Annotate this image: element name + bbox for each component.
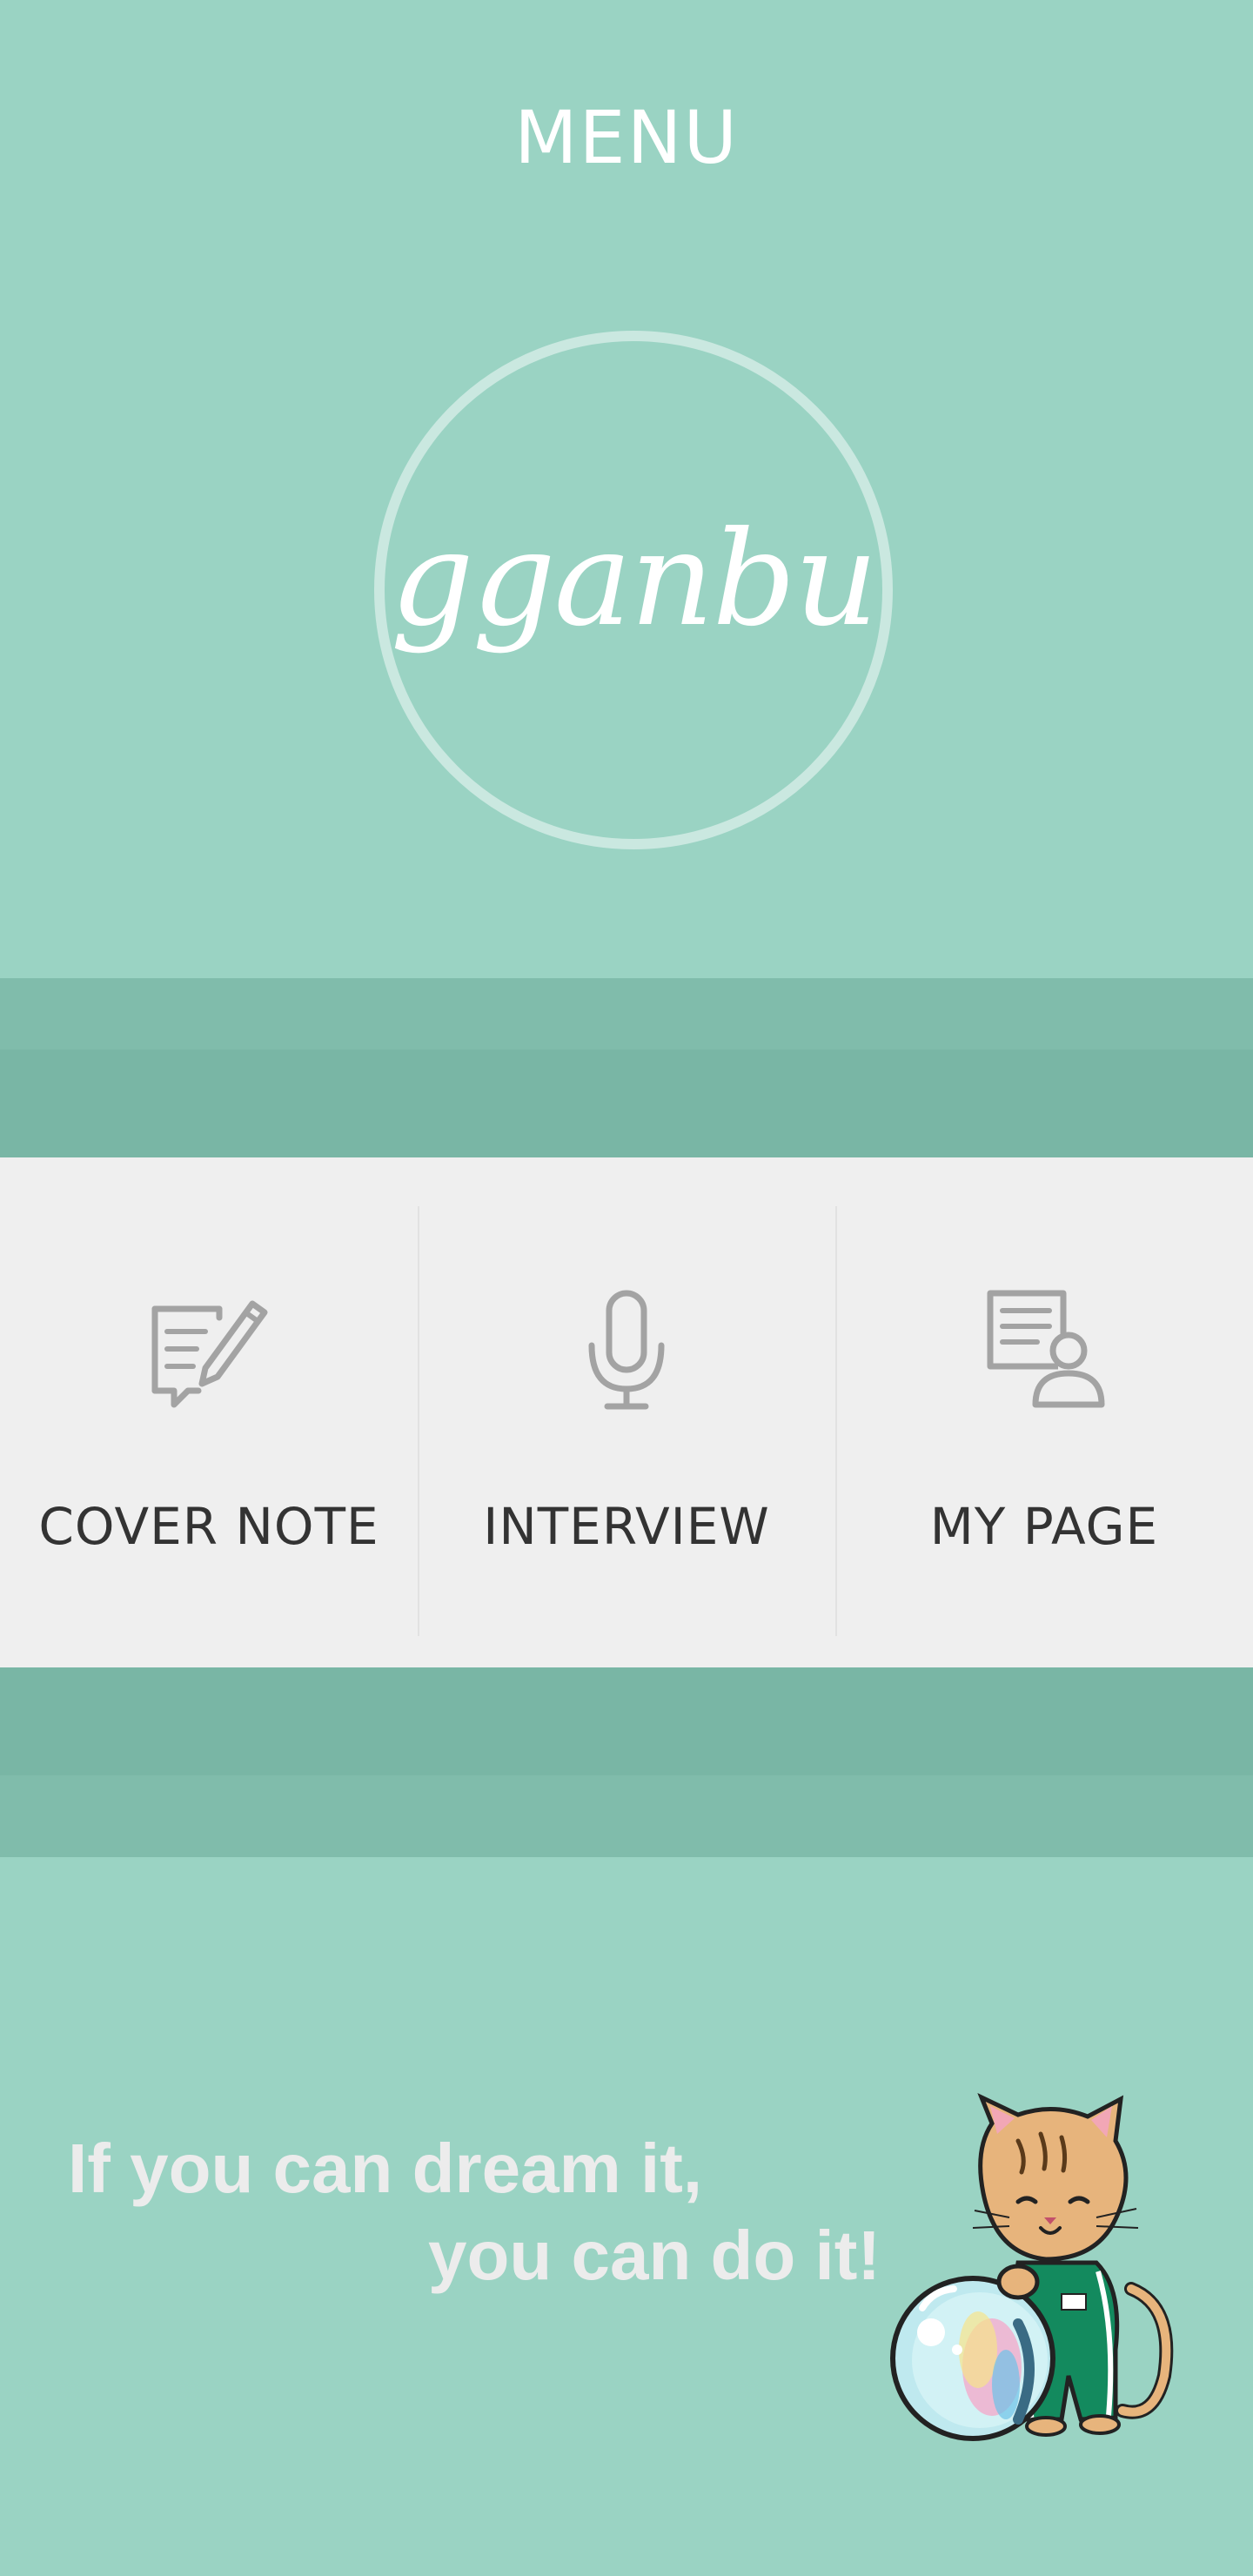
- slogan-line-2: you can do it!: [428, 2217, 881, 2294]
- menu-item-cover-note[interactable]: COVER NOTE: [0, 1157, 418, 1667]
- microphone-icon: [588, 1290, 665, 1410]
- page-title: MENU: [514, 95, 739, 180]
- divider-band-bottom-dark: [0, 1667, 1253, 1775]
- divider-band-bottom-light: [0, 1775, 1253, 1857]
- menu-screen: MENU gganbu COVER NOTE INTERVIEW MY PAGE…: [0, 0, 1253, 2576]
- divider-band-top-light: [0, 978, 1253, 1050]
- divider-band-top-dark: [0, 1050, 1253, 1157]
- edit-note-icon: [151, 1300, 268, 1408]
- menu-item-my-page[interactable]: MY PAGE: [835, 1157, 1253, 1667]
- cat-mascot-illustration: [890, 2092, 1174, 2441]
- user-document-icon: [987, 1290, 1105, 1408]
- menu-label-cover-note: COVER NOTE: [38, 1497, 379, 1556]
- menu-label-my-page: MY PAGE: [929, 1497, 1159, 1556]
- logo-text: gganbu: [390, 504, 879, 655]
- menu-label-interview: INTERVIEW: [483, 1497, 770, 1556]
- menu-item-interview[interactable]: INTERVIEW: [418, 1157, 835, 1667]
- slogan-line-1: If you can dream it,: [68, 2130, 703, 2207]
- menu-panel: COVER NOTE INTERVIEW MY PAGE: [0, 1157, 1253, 1667]
